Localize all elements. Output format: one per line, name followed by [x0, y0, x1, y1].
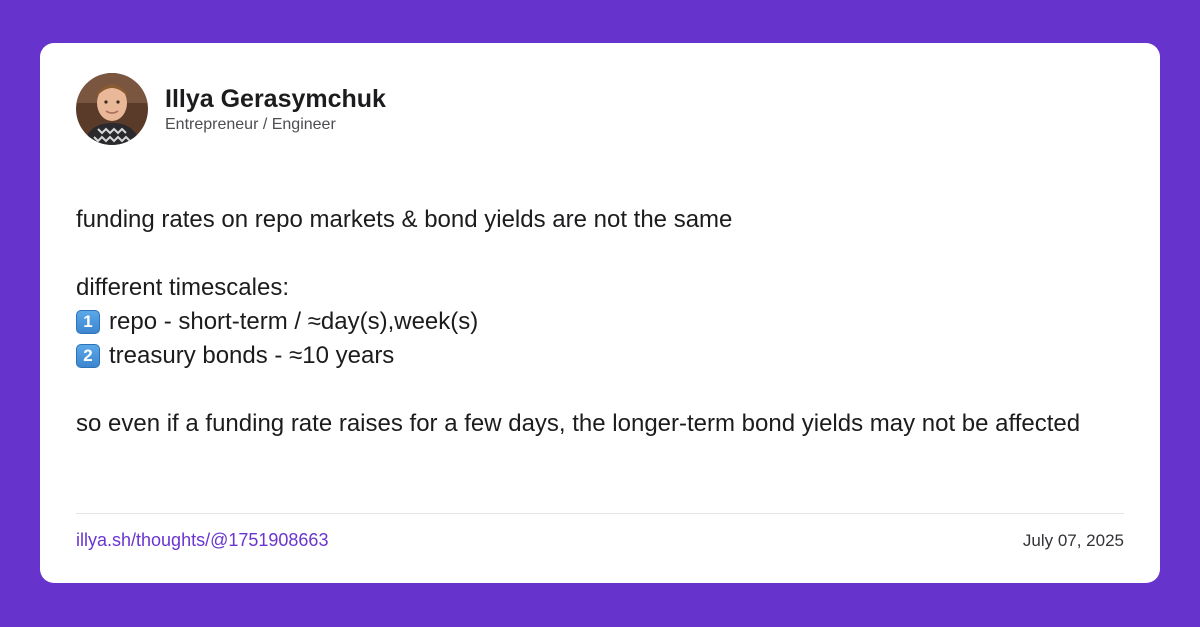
list-item-text: treasury bonds - ≈10 years: [109, 342, 395, 369]
avatar-image: [76, 73, 148, 145]
post-permalink[interactable]: illya.sh/thoughts/@1751908663: [76, 530, 328, 551]
post-line: different timescales:: [76, 274, 289, 301]
list-item: 1 repo - short-term / ≈day(s),week(s): [76, 305, 1126, 339]
author-header: Illya Gerasymchuk Entrepreneur / Enginee…: [76, 73, 386, 145]
post-date: July 07, 2025: [1022, 531, 1124, 550]
author-role: Entrepreneur / Engineer: [165, 115, 336, 133]
post-body: funding rates on repo markets & bond yie…: [76, 203, 1126, 441]
author-name[interactable]: Illya Gerasymchuk: [165, 84, 386, 114]
post-line: so even if a funding rate raises for a f…: [76, 410, 1081, 437]
author-info: Illya Gerasymchuk Entrepreneur / Enginee…: [165, 84, 386, 135]
keycap-two-icon: 2: [76, 344, 100, 368]
post-line: funding rates on repo markets & bond yie…: [76, 206, 733, 233]
keycap-one-icon: 1: [76, 310, 100, 334]
avatar[interactable]: [76, 73, 148, 145]
list-item: 2 treasury bonds - ≈10 years: [76, 339, 1126, 373]
post-card: Illya Gerasymchuk Entrepreneur / Enginee…: [40, 43, 1160, 583]
footer-divider: [76, 513, 1124, 514]
list-item-text: repo - short-term / ≈day(s),week(s): [109, 308, 479, 335]
